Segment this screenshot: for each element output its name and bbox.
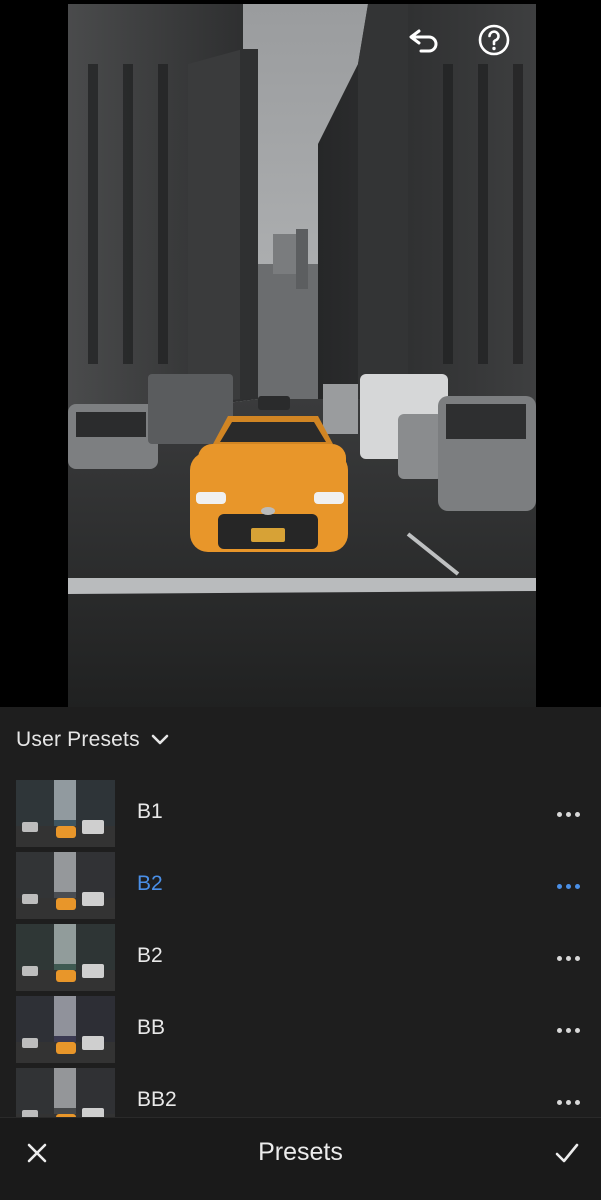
presets-panel: User Presets B1 B2 B2 BB BB2 bbox=[0, 707, 601, 1117]
more-options-icon[interactable] bbox=[550, 802, 586, 826]
preset-row[interactable]: B2 bbox=[0, 852, 601, 924]
preset-row[interactable]: BB2 bbox=[0, 1068, 601, 1117]
preset-thumbnail bbox=[16, 780, 115, 847]
more-options-icon[interactable] bbox=[550, 1090, 586, 1114]
more-options-icon[interactable] bbox=[550, 874, 586, 898]
checkmark-icon bbox=[555, 1143, 579, 1163]
undo-icon bbox=[409, 29, 438, 53]
preset-name: B1 bbox=[137, 800, 163, 823]
help-icon bbox=[478, 24, 510, 56]
preset-row[interactable]: BB bbox=[0, 996, 601, 1068]
help-button[interactable] bbox=[476, 22, 512, 58]
preset-thumbnail bbox=[16, 852, 115, 919]
preset-row[interactable]: B1 bbox=[0, 780, 601, 852]
preset-row[interactable]: B2 bbox=[0, 924, 601, 996]
confirm-button[interactable] bbox=[550, 1136, 584, 1170]
preset-thumbnail bbox=[16, 1068, 115, 1117]
more-options-icon[interactable] bbox=[550, 946, 586, 970]
undo-button[interactable] bbox=[406, 22, 442, 58]
edited-photo bbox=[68, 4, 536, 707]
bottom-toolbar: Presets bbox=[0, 1117, 601, 1200]
preset-name: BB bbox=[137, 1016, 166, 1039]
photo-preview bbox=[0, 0, 601, 707]
panel-title: Presets bbox=[258, 1138, 343, 1166]
preset-group-dropdown[interactable]: User Presets bbox=[16, 725, 170, 755]
preset-name: BB2 bbox=[137, 1088, 177, 1111]
preset-thumbnail bbox=[16, 924, 115, 991]
preset-thumbnail bbox=[16, 996, 115, 1063]
preset-name: B2 bbox=[137, 944, 163, 967]
preset-name: B2 bbox=[137, 872, 163, 895]
lightroom-preset-screen: User Presets B1 B2 B2 BB BB2 Presets bbox=[0, 0, 601, 1200]
preset-list: B1 B2 B2 BB BB2 bbox=[0, 780, 601, 1117]
preset-group-label: User Presets bbox=[16, 728, 140, 751]
more-options-icon[interactable] bbox=[550, 1018, 586, 1042]
chevron-down-icon bbox=[151, 734, 169, 745]
